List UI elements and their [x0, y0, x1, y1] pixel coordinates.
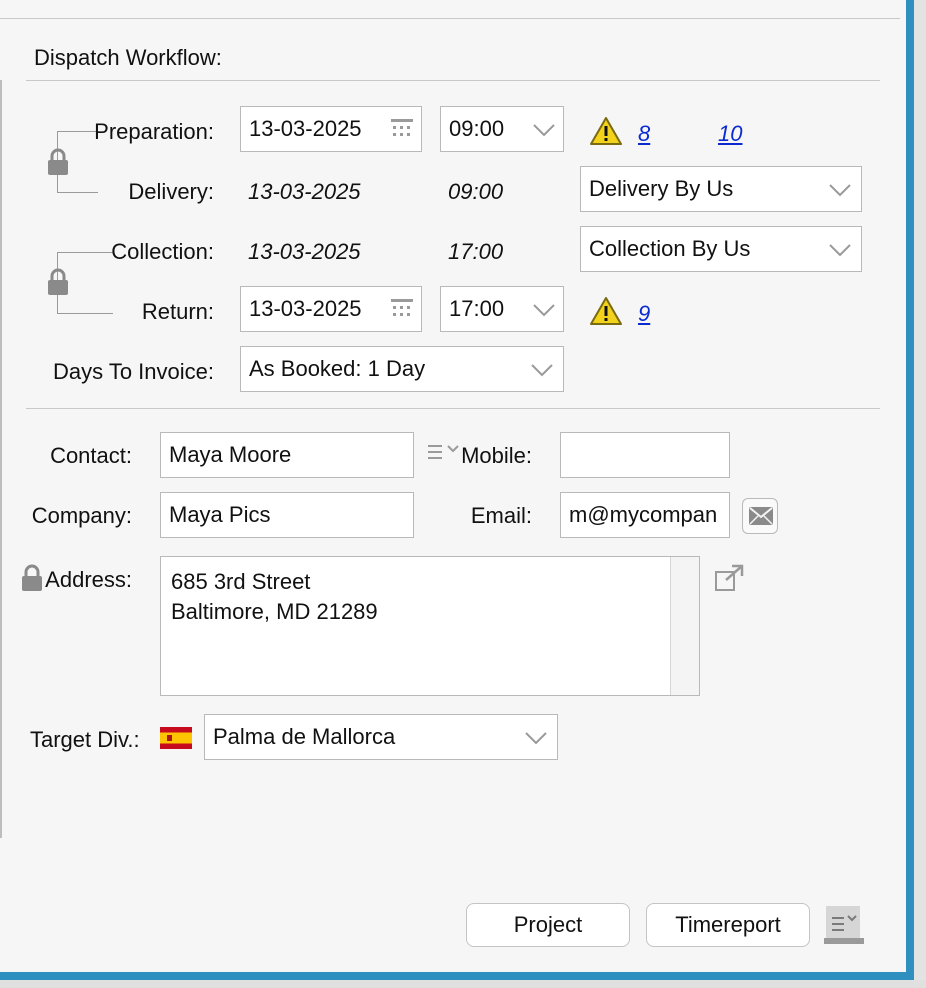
collection-method-select[interactable]: Collection By Us — [580, 226, 862, 272]
return-time-select[interactable]: 17:00 — [440, 286, 564, 332]
chevron-down-icon — [829, 184, 851, 197]
days-to-invoice-value: As Booked: 1 Day — [249, 356, 426, 381]
contact-list-dropdown-icon[interactable] — [426, 442, 462, 464]
address-line-1: 685 3rd Street — [171, 569, 311, 594]
preparation-time-select[interactable]: 09:00 — [440, 106, 564, 152]
chevron-down-icon — [525, 732, 547, 745]
warning-icon — [590, 297, 622, 325]
chevron-down-icon — [531, 364, 553, 377]
contact-label: Contact: — [50, 443, 132, 468]
target-div-value: Palma de Mallorca — [213, 724, 396, 749]
contact-value: Maya Moore — [169, 442, 292, 467]
company-input[interactable]: Maya Pics — [160, 492, 414, 538]
target-div-label: Target Div.: — [30, 727, 140, 752]
chevron-down-icon — [829, 244, 851, 257]
contact-input[interactable]: Maya Moore — [160, 432, 414, 478]
collection-time-value: 17:00 — [448, 239, 504, 264]
lock-icon — [48, 268, 68, 295]
preparation-date-field[interactable]: 13-03-2025 — [240, 106, 422, 152]
address-lock-icon — [22, 564, 42, 591]
delivery-time-value: 09:00 — [448, 179, 504, 204]
delivery-method-select[interactable]: Delivery By Us — [580, 166, 862, 212]
preparation-warning-link-1[interactable]: 8 — [638, 121, 650, 147]
mobile-label: Mobile: — [461, 443, 532, 468]
collection-method-value: Collection By Us — [589, 236, 751, 261]
send-email-button[interactable] — [742, 498, 778, 534]
email-value: m@mycompan — [569, 502, 718, 527]
address-textarea[interactable]: 685 3rd Street Baltimore, MD 21289 — [160, 556, 700, 696]
mobile-input[interactable] — [560, 432, 730, 478]
return-label: Return: — [141, 299, 214, 324]
company-label: Company: — [31, 503, 132, 528]
delivery-date-value: 13-03-2025 — [248, 179, 361, 204]
window-frame-bottom-outer — [0, 980, 926, 988]
window-frame-outer — [914, 0, 926, 988]
window-frame-bottom — [0, 972, 914, 980]
left-border — [0, 80, 2, 838]
section-title: Dispatch Workflow: — [34, 45, 222, 70]
address-scrollbar[interactable] — [670, 557, 699, 695]
open-external-icon[interactable] — [714, 564, 746, 592]
preparation-warning-link-2[interactable]: 10 — [718, 121, 742, 147]
lock-icon — [48, 148, 68, 175]
collection-label: Collection: — [111, 239, 214, 264]
delivery-label: Delivery: — [128, 179, 214, 204]
timereport-button[interactable]: Timereport — [646, 903, 810, 947]
return-date-field[interactable]: 13-03-2025 — [240, 286, 422, 332]
document-list-icon[interactable] — [822, 904, 864, 946]
days-to-invoice-select[interactable]: As Booked: 1 Day — [240, 346, 564, 392]
project-button[interactable]: Project — [466, 903, 630, 947]
address-label: Address: — [45, 567, 132, 592]
calendar-icon[interactable] — [391, 119, 413, 139]
preparation-time-value: 09:00 — [449, 116, 505, 141]
return-warning-link[interactable]: 9 — [638, 301, 650, 327]
preparation-label: Preparation: — [94, 119, 214, 144]
spain-flag-icon — [160, 727, 192, 749]
preparation-date-value: 13-03-2025 — [249, 116, 362, 141]
dispatch-panel: Dispatch Workflow: Preparation: 13-03-20… — [0, 0, 906, 972]
warning-icon — [590, 117, 622, 145]
section-divider-top — [26, 80, 880, 81]
email-input[interactable]: m@mycompan — [560, 492, 730, 538]
section-divider-middle — [26, 408, 880, 409]
days-to-invoice-label: Days To Invoice: — [52, 359, 214, 384]
envelope-icon — [749, 507, 773, 525]
calendar-icon[interactable] — [391, 299, 413, 319]
address-line-2: Baltimore, MD 21289 — [171, 599, 378, 624]
collection-date-value: 13-03-2025 — [248, 239, 361, 264]
return-date-value: 13-03-2025 — [249, 296, 362, 321]
chevron-down-icon — [533, 124, 555, 137]
chevron-down-icon — [533, 304, 555, 317]
delivery-method-value: Delivery By Us — [589, 176, 734, 201]
return-time-value: 17:00 — [449, 296, 505, 321]
window-frame-right — [906, 0, 914, 988]
email-label: Email: — [470, 503, 532, 528]
target-div-select[interactable]: Palma de Mallorca — [204, 714, 558, 760]
top-divider — [0, 18, 900, 19]
company-value: Maya Pics — [169, 502, 271, 527]
